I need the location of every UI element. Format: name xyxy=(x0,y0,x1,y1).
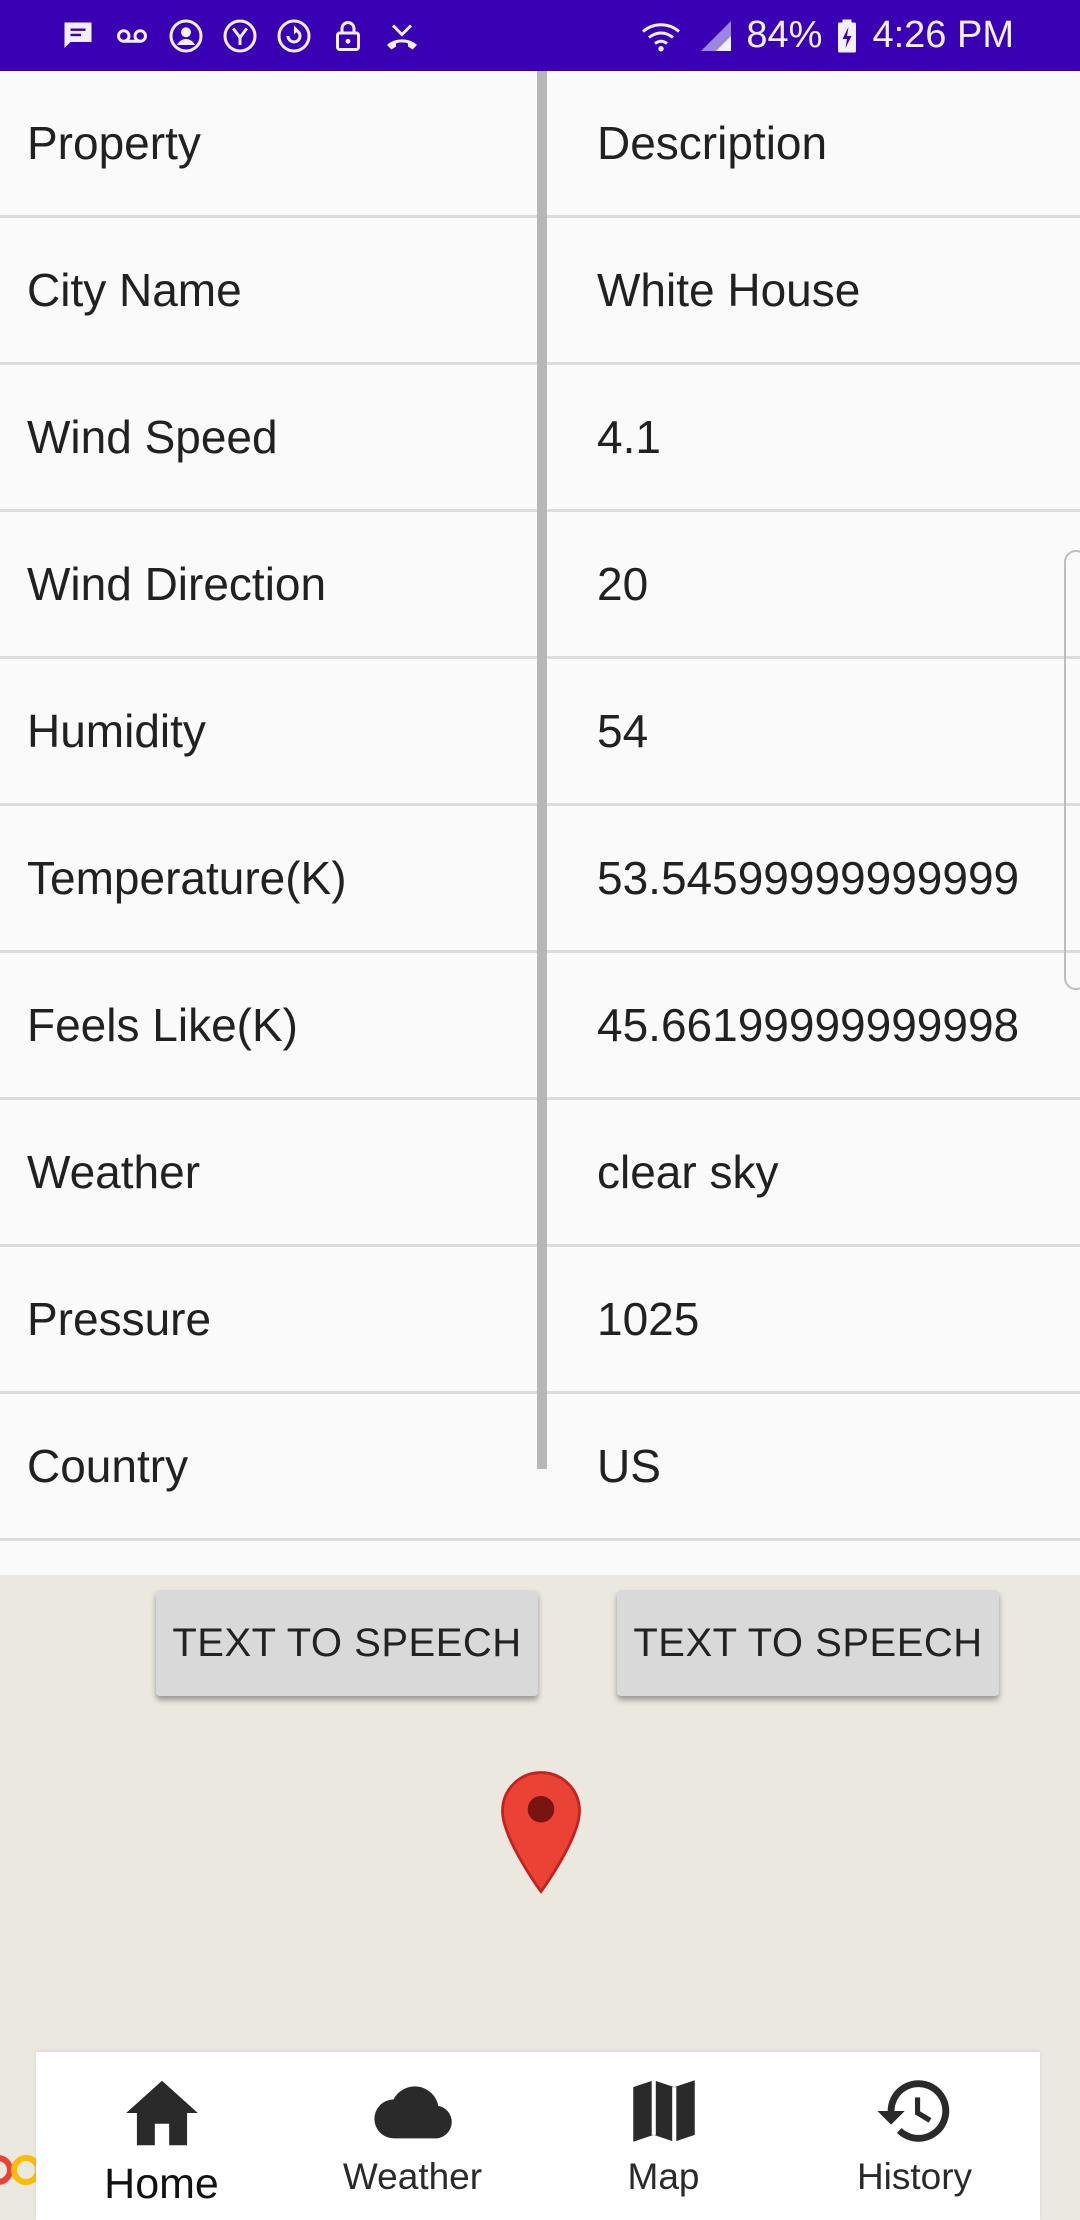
nav-label: Home xyxy=(104,2160,219,2208)
description-cell: 1025 xyxy=(597,1293,700,1345)
voicemail-icon xyxy=(114,18,150,54)
header-description: Description xyxy=(597,117,828,169)
description-cell: clear sky xyxy=(597,1146,779,1198)
signal-icon xyxy=(698,18,734,54)
header-property: Property xyxy=(27,117,201,169)
property-cell: Humidity xyxy=(27,705,206,757)
map-icon xyxy=(632,2080,695,2142)
description-cell: 53.54599999999999 xyxy=(597,852,1020,904)
property-cell: Pressure xyxy=(27,1293,212,1345)
account-icon xyxy=(168,18,204,54)
nav-home[interactable]: Home xyxy=(36,2052,287,2220)
text-to-speech-property-button[interactable]: TEXT TO SPEECH xyxy=(156,1590,538,1696)
property-cell: Wind Speed xyxy=(27,411,278,463)
status-bar: 84% 4:26 PM xyxy=(0,0,1080,71)
nav-label: Map xyxy=(627,2156,700,2197)
nav-weather[interactable]: Weather xyxy=(287,2052,538,2220)
description-cell: 45.66199999999998 xyxy=(597,999,1020,1051)
cloud-icon xyxy=(373,2086,452,2139)
description-cell: 20 xyxy=(597,558,649,610)
property-cell: Feels Like(K) xyxy=(27,999,298,1051)
yahoo-icon xyxy=(222,18,258,54)
text-to-speech-description-button[interactable]: TEXT TO SPEECH xyxy=(617,1590,999,1696)
history-icon xyxy=(876,2080,949,2142)
description-cell: US xyxy=(597,1440,661,1492)
scroll-indicator[interactable] xyxy=(1064,550,1080,990)
home-icon xyxy=(125,2080,198,2146)
system-status: 84% 4:26 PM xyxy=(636,14,1014,57)
lock-icon xyxy=(330,18,366,54)
description-cell: 54 xyxy=(597,705,649,757)
property-cell: City Name xyxy=(27,264,242,316)
nav-label: History xyxy=(856,2156,973,2197)
battery-icon xyxy=(834,18,860,54)
message-icon xyxy=(60,18,96,54)
battery-percent: 84% xyxy=(746,14,823,56)
description-cell: White House xyxy=(597,264,861,316)
missed-call-icon xyxy=(384,18,420,54)
property-cell: Weather xyxy=(27,1146,201,1198)
clock: 4:26 PM xyxy=(872,14,1014,56)
property-cell: Temperature(K) xyxy=(27,852,347,904)
wifi-icon xyxy=(636,18,686,54)
notification-icons xyxy=(60,18,420,54)
nav-history[interactable]: History xyxy=(789,2052,1040,2220)
bottom-navigation: Home Weather Map History xyxy=(36,2052,1040,2220)
map-pin-icon[interactable] xyxy=(499,1768,583,1896)
property-cell: Wind Direction xyxy=(27,558,327,610)
column-divider xyxy=(537,71,547,1469)
property-cell: Country xyxy=(27,1440,189,1492)
sync-icon xyxy=(276,18,312,54)
description-cell: 4.1 xyxy=(597,411,661,463)
nav-label: Weather xyxy=(342,2156,483,2197)
nav-map[interactable]: Map xyxy=(538,2052,789,2220)
